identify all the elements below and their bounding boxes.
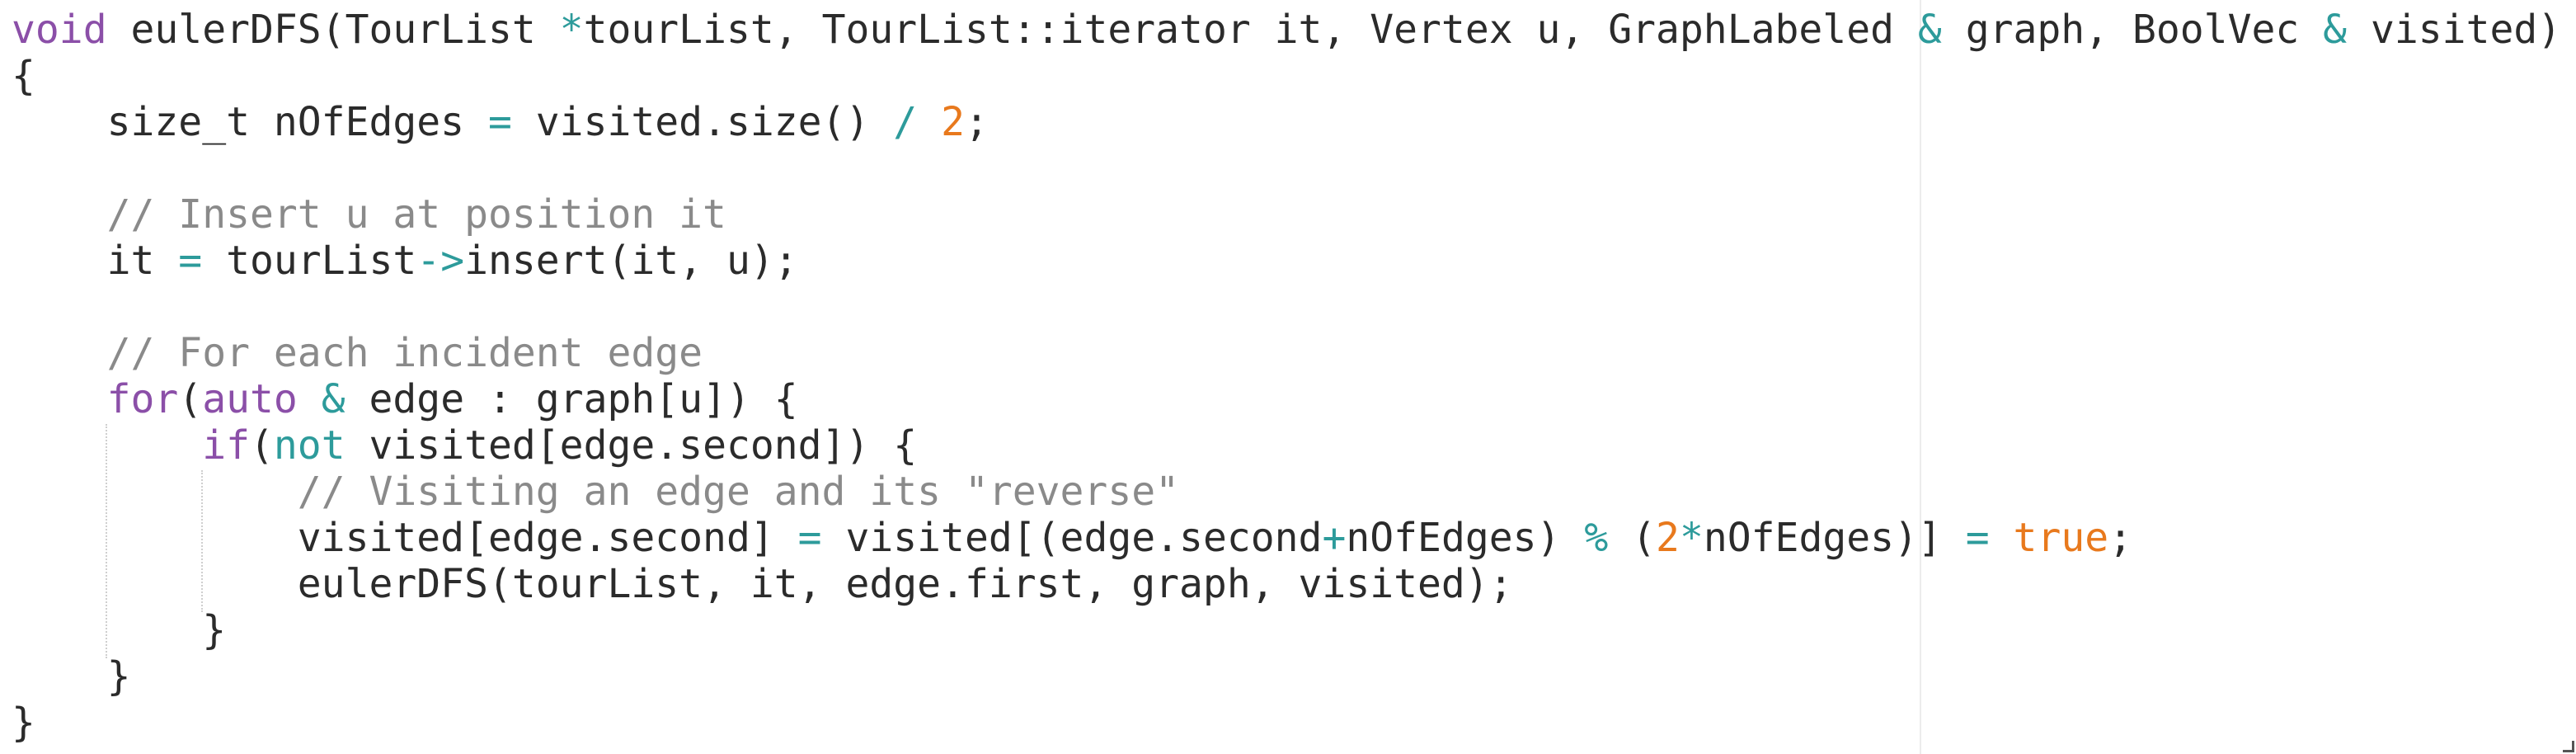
code-token: graph, BoolVec (1941, 7, 2324, 53)
code-text-area[interactable]: void eulerDFS(TourList *tourList, TourLi… (12, 7, 2561, 746)
code-token: ( (178, 376, 203, 422)
code-token: // Visiting an edge and its "reverse" (297, 469, 1180, 515)
code-token: } (12, 700, 35, 746)
code-line[interactable] (12, 145, 2561, 191)
code-token: // Insert u at position it (106, 191, 726, 238)
code-token: & (1917, 7, 1942, 53)
code-token: void (12, 7, 107, 53)
code-line[interactable]: size_t nOfEdges = visited.size() / 2; (12, 99, 2561, 145)
code-token: % (1584, 515, 1609, 561)
code-token: // For each incident edge (106, 330, 703, 376)
code-token: } (202, 607, 227, 653)
code-token: visited[edge.second]) { (345, 422, 918, 469)
code-token: nOfEdges)] (1703, 515, 1966, 561)
code-line[interactable]: } (12, 700, 2561, 746)
code-token: tourList, TourList::iterator it, Vertex … (583, 7, 1918, 53)
code-token: eulerDFS(tourList, it, edge.first, graph… (297, 561, 1513, 607)
code-line[interactable]: eulerDFS(tourList, it, edge.first, graph… (12, 561, 2561, 607)
code-token: + (1322, 515, 1347, 561)
code-token: if (202, 422, 250, 469)
resize-grip-icon[interactable] (2563, 741, 2574, 752)
code-token: ( (249, 422, 274, 469)
code-token: not (273, 422, 346, 469)
code-line[interactable]: if(not visited[edge.second]) { (12, 422, 2561, 469)
code-token: eulerDFS(TourList (106, 7, 560, 53)
code-line[interactable]: visited[edge.second] = visited[(edge.sec… (12, 515, 2561, 561)
code-token: 2 (941, 99, 965, 145)
code-token: insert(it, u); (464, 238, 798, 284)
code-token: it (106, 238, 179, 284)
code-token: visited[(edge.second (821, 515, 1323, 561)
code-token: for (106, 376, 179, 422)
code-line[interactable]: for(auto & edge : graph[u]) { (12, 376, 2561, 422)
code-token: = (797, 515, 822, 561)
code-token: visited[edge.second] (297, 515, 798, 561)
code-token: { (12, 53, 35, 99)
code-token: true (2013, 515, 2109, 561)
code-token: / (893, 99, 918, 145)
code-token: ; (964, 99, 989, 145)
code-token: } (106, 653, 131, 700)
code-token: -> (416, 238, 465, 284)
code-line[interactable]: void eulerDFS(TourList *tourList, TourLi… (12, 7, 2561, 53)
code-token: * (1679, 515, 1704, 561)
code-line[interactable]: } (12, 653, 2561, 700)
code-token: = (178, 238, 203, 284)
code-line[interactable]: // Insert u at position it (12, 191, 2561, 238)
code-token: ( (1608, 515, 1657, 561)
code-token: nOfEdges) (1346, 515, 1585, 561)
code-token: size_t nOfEdges (106, 99, 488, 145)
code-token: & (2323, 7, 2348, 53)
code-token: edge : graph[u]) { (345, 376, 798, 422)
code-line[interactable]: { (12, 53, 2561, 99)
code-token: & (321, 376, 346, 422)
code-token: * (559, 7, 584, 53)
code-line[interactable] (12, 284, 2561, 330)
code-token: ; (2108, 515, 2133, 561)
code-line[interactable]: // For each incident edge (12, 330, 2561, 376)
code-token: visited.size() (511, 99, 894, 145)
code-token: tourList (202, 238, 417, 284)
code-token: = (487, 99, 512, 145)
code-token: visited) (2347, 7, 2562, 53)
code-token: auto (202, 376, 298, 422)
code-token: = (1965, 515, 1990, 561)
code-line[interactable]: it = tourList->insert(it, u); (12, 238, 2561, 284)
code-token: 2 (1656, 515, 1680, 561)
code-line[interactable]: // Visiting an edge and its "reverse" (12, 469, 2561, 515)
code-line[interactable]: } (12, 607, 2561, 653)
code-editor[interactable]: void eulerDFS(TourList *tourList, TourLi… (0, 0, 2576, 754)
